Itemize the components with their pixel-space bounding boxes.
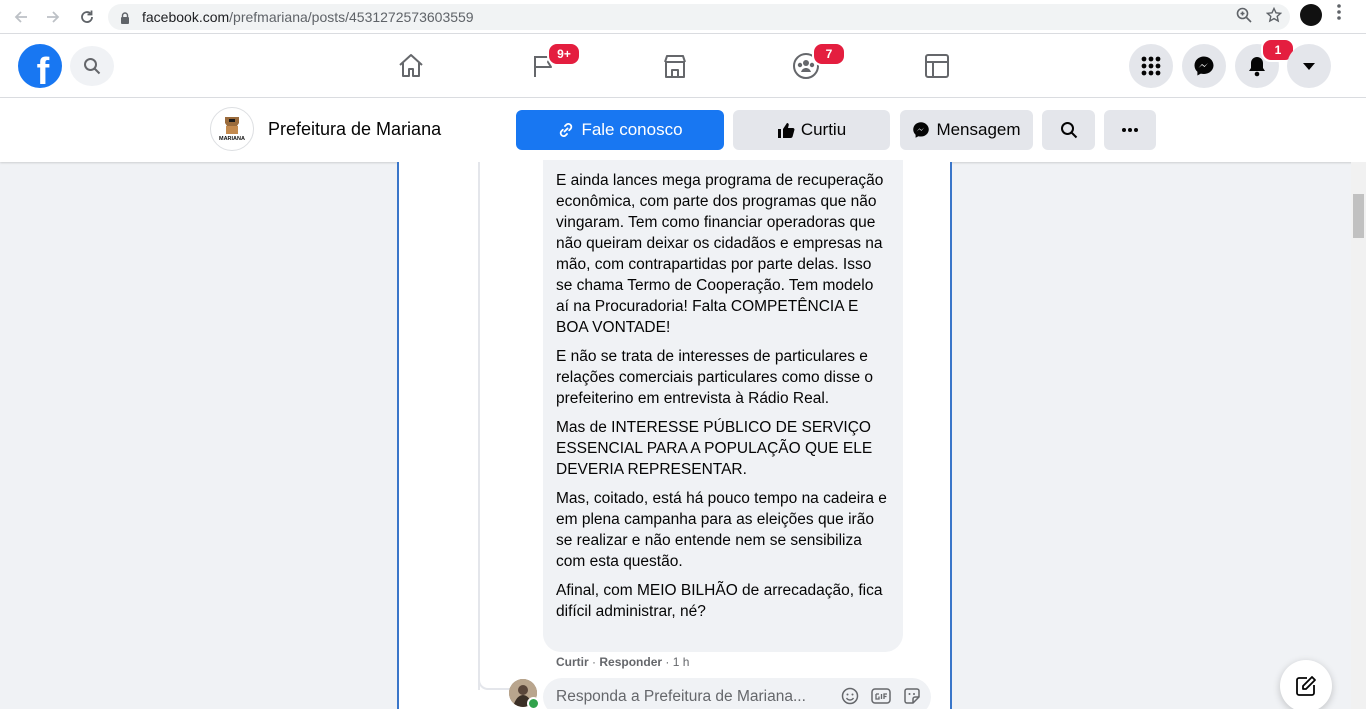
comment-actions: Curtir · Responder · 1 h (556, 655, 689, 669)
svg-text:MARIANA: MARIANA (219, 136, 245, 142)
scrollbar-thumb[interactable] (1353, 194, 1364, 238)
messenger-icon (1194, 56, 1214, 76)
caret-down-icon (1303, 63, 1315, 70)
facebook-top-nav: f 9+ 7 1 (0, 34, 1366, 98)
online-status-dot (527, 697, 540, 709)
comment-thread-curve (478, 676, 514, 690)
liked-button[interactable]: Curtiu (733, 110, 890, 150)
comment-reply-link[interactable]: Responder (599, 655, 662, 669)
page-avatar[interactable]: MARIANA (210, 107, 254, 151)
contact-button-label: Fale conosco (581, 120, 683, 139)
marketplace-tab[interactable] (657, 48, 693, 84)
zoom-icon[interactable] (1236, 7, 1252, 26)
browser-toolbar: facebook.com/prefmariana/posts/453127257… (0, 0, 1366, 34)
new-message-button[interactable] (1280, 660, 1332, 709)
kebab-menu-icon[interactable] (1336, 3, 1342, 26)
comment-like-link[interactable]: Curtir (556, 655, 589, 669)
forward-arrow-icon[interactable] (38, 2, 68, 32)
gaming-tab[interactable] (919, 48, 955, 84)
bookmark-star-icon[interactable] (1265, 6, 1283, 26)
url-path: /prefmariana/posts/4531272573603559 (229, 9, 474, 25)
page-search-button[interactable] (1042, 110, 1095, 150)
thumbs-up-icon (777, 123, 795, 138)
logo-letter: f (36, 51, 50, 88)
gaming-icon (925, 54, 949, 78)
comment-thread-line (478, 162, 480, 690)
lock-icon (120, 11, 130, 24)
link-icon (560, 123, 573, 137)
groups-badge: 7 (812, 42, 846, 66)
pages-badge: 9+ (547, 42, 581, 66)
message-button[interactable]: Mensagem (900, 110, 1033, 150)
facebook-logo[interactable]: f (18, 44, 62, 88)
emoji-icon[interactable] (841, 687, 859, 709)
messenger-button[interactable] (1182, 44, 1226, 88)
search-icon (84, 58, 101, 75)
compose-icon (1296, 676, 1316, 696)
separator: · (592, 655, 597, 669)
sticker-icon[interactable] (903, 687, 921, 709)
profile-avatar-icon[interactable] (1300, 3, 1322, 26)
store-icon (664, 55, 686, 78)
account-button[interactable] (1287, 44, 1331, 88)
gif-icon[interactable] (871, 687, 891, 709)
liked-button-label: Curtiu (800, 120, 847, 139)
comment-bubble: E ainda lances mega programa de recupera… (543, 160, 903, 652)
reply-input[interactable]: Responda a Prefeitura de Mariana... (543, 678, 931, 709)
url-host: facebook.com (142, 9, 230, 25)
comment-paragraph: Mas, coitado, está há pouco tempo na cad… (556, 490, 887, 570)
separator: · (665, 655, 670, 669)
more-options-button[interactable] (1104, 110, 1156, 150)
ellipsis-icon (1122, 128, 1138, 132)
comment-paragraph: E não se trata de interesses de particul… (556, 348, 874, 407)
comment-paragraph: E ainda lances mega programa de recupera… (556, 172, 884, 336)
page-title[interactable]: Prefeitura de Mariana (268, 119, 441, 140)
comment-paragraph: Afinal, com MEIO BILHÃO de arrecadação, … (556, 582, 883, 620)
menu-button[interactable] (1129, 44, 1173, 88)
address-bar[interactable]: facebook.com/prefmariana/posts/453127257… (108, 4, 1290, 30)
messenger-small-icon (913, 122, 930, 138)
back-arrow-icon[interactable] (6, 2, 36, 32)
page-header: MARIANA Prefeitura de Mariana Fale conos… (0, 98, 1366, 162)
home-icon (399, 54, 423, 77)
contact-button[interactable]: Fale conosco (516, 110, 724, 150)
search-icon (1060, 122, 1077, 139)
comment-timestamp[interactable]: 1 h (673, 655, 690, 669)
home-tab[interactable] (393, 48, 429, 84)
grid-menu-icon (1141, 56, 1161, 76)
comment-paragraph: Mas de INTERESSE PÚBLICO DE SERVIÇO ESSE… (556, 419, 873, 478)
reload-icon[interactable] (72, 2, 102, 32)
search-button[interactable] (70, 46, 114, 86)
mariana-crest-icon: MARIANA (219, 117, 245, 142)
pages-tab[interactable]: 9+ (525, 42, 581, 84)
page-scrollbar[interactable] (1351, 162, 1366, 709)
notifications-button[interactable]: 1 (1235, 38, 1295, 88)
groups-tab[interactable]: 7 (788, 42, 846, 84)
reply-placeholder: Responda a Prefeitura de Mariana... (556, 688, 806, 705)
message-button-label: Mensagem (936, 120, 1021, 139)
